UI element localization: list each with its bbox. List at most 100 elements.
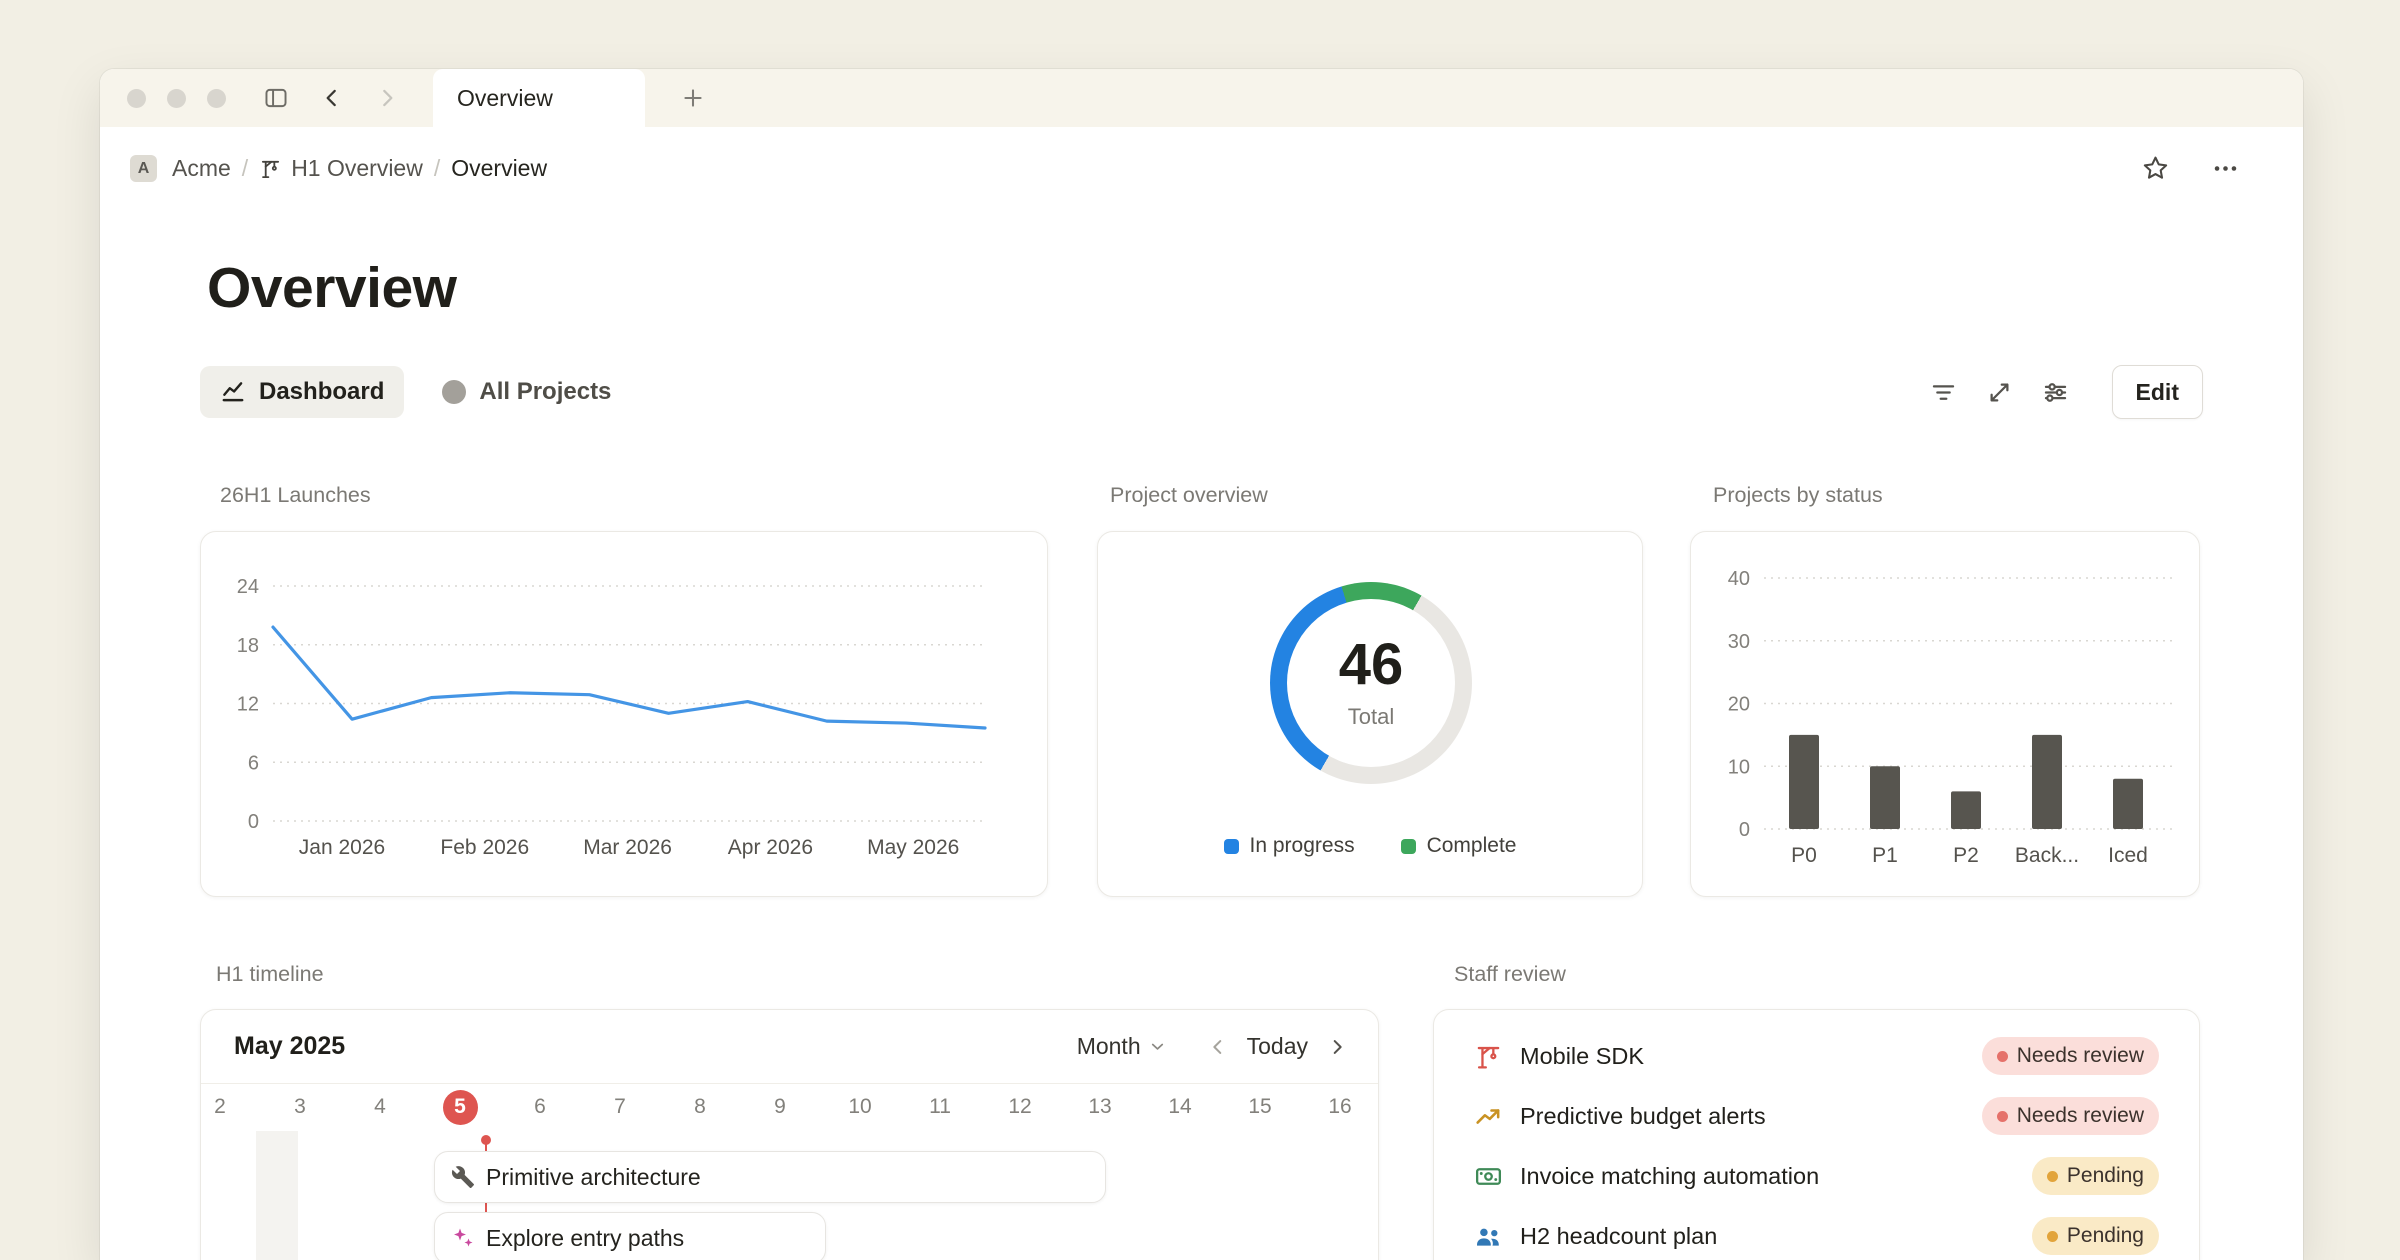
legend-complete: Complete [1401,834,1517,858]
today-indicator: 5 [443,1090,478,1125]
day-12: 12 [980,1084,1060,1130]
status-badge[interactable]: Needs review [1982,1097,2159,1135]
view-tabs-row: Dashboard All Projects Edit [200,366,2203,418]
legend-swatch-blue [1224,839,1239,854]
more-options-icon[interactable] [2209,153,2241,185]
day-16: 16 [1300,1084,1380,1130]
day-3: 3 [260,1084,340,1130]
day-13: 13 [1060,1084,1140,1130]
breadcrumb-separator: / [434,155,440,182]
timeline-item-explore-entry-paths[interactable]: Explore entry paths [434,1212,826,1260]
today-button[interactable]: Today [1235,1033,1320,1060]
back-icon[interactable] [317,83,347,113]
svg-text:0: 0 [1739,819,1750,841]
svg-text:P2: P2 [1953,844,1979,867]
donut-legend: In progress Complete [1098,834,1642,858]
donut-chart: 46 Total [1270,582,1472,784]
status-badge[interactable]: Pending [2032,1217,2159,1255]
day-11: 11 [900,1084,980,1130]
trend-icon [1474,1102,1503,1131]
donut-center: 46 Total [1270,582,1472,784]
svg-text:P1: P1 [1872,844,1898,867]
view-selector-month[interactable]: Month [1077,1033,1167,1060]
day-10: 10 [820,1084,900,1130]
status-dot [2047,1231,2058,1242]
weekend-band [256,1131,298,1260]
day-4: 4 [340,1084,420,1130]
staff-item-label: Mobile SDK [1520,1043,1644,1070]
window-close-button[interactable] [127,89,146,108]
breadcrumb-item-overview[interactable]: Overview [442,151,556,186]
card-title-projects-by-status: Projects by status [1713,483,1883,508]
svg-text:Apr 2026: Apr 2026 [728,836,813,859]
staff-review-list: Mobile SDKNeeds reviewPredictive budget … [1434,1010,2199,1260]
timeline-next-icon[interactable] [1320,1030,1354,1064]
svg-text:May 2026: May 2026 [867,836,959,859]
page-title: Overview [207,255,457,321]
staff-row-3[interactable]: H2 headcount plan Pending [1434,1206,2199,1260]
svg-text:Iced: Iced [2108,844,2148,867]
window-minimize-button[interactable] [167,89,186,108]
breadcrumb-item-h1-overview[interactable]: H1 Overview [250,151,432,186]
launches-chart-card: 24181260Jan 2026Feb 2026Mar 2026Apr 2026… [200,531,1048,897]
favorite-star-icon[interactable] [2139,153,2171,185]
window-zoom-button[interactable] [207,89,226,108]
expand-icon[interactable] [1984,377,2015,408]
day-8: 8 [660,1084,740,1130]
svg-text:10: 10 [1728,756,1750,778]
card-title-h1-timeline: H1 timeline [216,962,324,987]
timeline-month-label: May 2025 [234,1032,345,1061]
svg-text:Jan 2026: Jan 2026 [299,836,385,859]
day-5: 5 [420,1084,500,1130]
status-badge[interactable]: Needs review [1982,1037,2159,1075]
day-14: 14 [1140,1084,1220,1130]
card-title-project-overview: Project overview [1110,483,1268,508]
timeline-controls: Month Today [1077,1030,1354,1064]
crane-icon [1474,1042,1503,1071]
tab-dashboard[interactable]: Dashboard [200,366,404,418]
day-7: 7 [580,1084,660,1130]
timeline-header: May 2025 Month Today [201,1010,1378,1084]
svg-text:30: 30 [1728,631,1750,653]
status-badge[interactable]: Pending [2032,1157,2159,1195]
svg-text:6: 6 [248,752,259,774]
status-text: Needs review [2017,1104,2144,1128]
timeline-prev-icon[interactable] [1201,1030,1235,1064]
forward-icon[interactable] [372,83,402,113]
status-text: Pending [2067,1164,2144,1188]
timeline-item-primitive-architecture[interactable]: Primitive architecture [434,1151,1106,1203]
status-text: Pending [2067,1224,2144,1248]
tab-title: Overview [457,85,553,112]
filter-icon[interactable] [1928,377,1959,408]
projects-by-status-card: 403020100P0P1P2Back...Iced [1690,531,2200,897]
edit-button[interactable]: Edit [2112,365,2203,419]
status-text: Needs review [2017,1044,2144,1068]
tab-overview[interactable]: Overview [433,69,645,127]
staff-row-2[interactable]: Invoice matching automationPending [1434,1146,2199,1206]
day-6: 6 [500,1084,580,1130]
staff-row-0[interactable]: Mobile SDK Needs review [1434,1026,2199,1086]
staff-item-label: H2 headcount plan [1520,1223,1717,1250]
timeline-card: May 2025 Month Today 2345678910111213141… [200,1009,1379,1260]
titlebar: Overview [100,69,2303,127]
breadcrumb-item-acme[interactable]: Acme [163,151,240,186]
gray-circle-icon [442,380,466,404]
breadcrumb: A Acme / H1 Overview / Overview [100,127,2303,210]
app-window: Overview A Acme / H1 Overview / Overview [100,69,2303,1260]
workspace-logo[interactable]: A [130,155,157,182]
new-tab-button[interactable] [678,83,708,113]
svg-text:40: 40 [1728,568,1750,590]
svg-text:18: 18 [237,635,259,657]
people-icon [1474,1222,1503,1251]
svg-text:Feb 2026: Feb 2026 [440,836,529,859]
svg-text:Back...: Back... [2015,844,2079,867]
staff-review-card: Mobile SDKNeeds reviewPredictive budget … [1433,1009,2200,1260]
donut-total-value: 46 [1339,636,1404,694]
sidebar-toggle-icon[interactable] [261,83,291,113]
sliders-icon[interactable] [2040,377,2071,408]
crane-icon [259,157,282,180]
tab-all-projects[interactable]: All Projects [430,378,623,406]
chevron-down-icon [1148,1037,1167,1056]
staff-row-1[interactable]: Predictive budget alertsNeeds review [1434,1086,2199,1146]
status-dot [1997,1051,2008,1062]
